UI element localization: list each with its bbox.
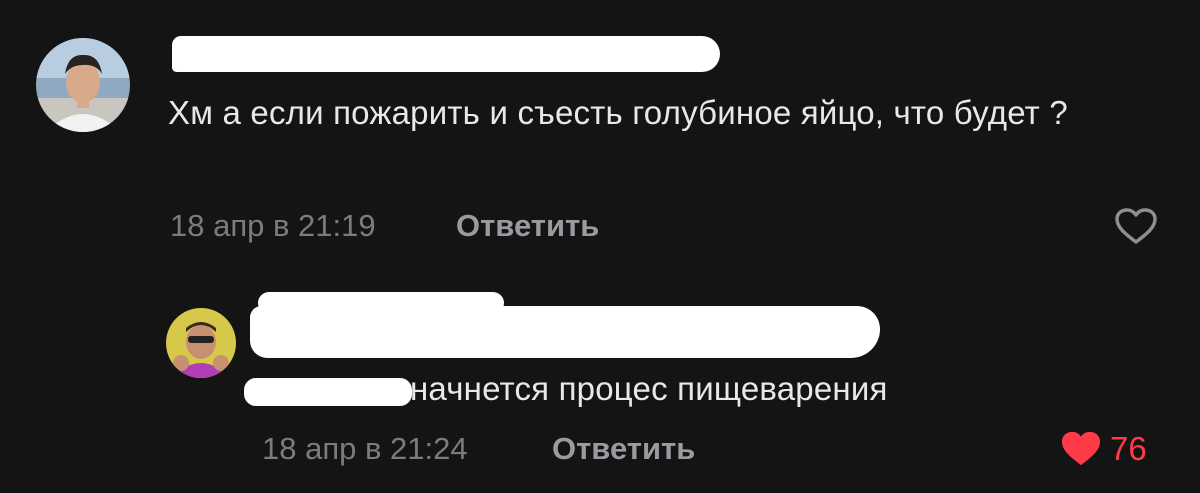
comments-thread: Хм а если пожарить и съесть голубиное яй… bbox=[0, 0, 1200, 493]
avatar[interactable] bbox=[36, 38, 130, 132]
like-count: 76 bbox=[1110, 430, 1147, 467]
reply-button[interactable]: Ответить bbox=[552, 431, 695, 467]
reply-button[interactable]: Ответить bbox=[456, 208, 599, 244]
user-photo bbox=[166, 308, 236, 378]
reply-timestamp: 18 апр в 21:24 bbox=[262, 431, 468, 466]
reply-avatar[interactable] bbox=[166, 308, 236, 378]
redacted-username bbox=[172, 36, 720, 72]
comment-timestamp: 18 апр в 21:19 bbox=[170, 208, 376, 243]
comment-text: Хм а если пожарить и съесть голубиное яй… bbox=[168, 94, 1068, 131]
like-button[interactable]: 76 bbox=[1060, 430, 1147, 468]
user-photo bbox=[36, 38, 130, 132]
redacted-username bbox=[250, 306, 880, 358]
redacted-mention bbox=[244, 378, 412, 406]
heart-filled-icon bbox=[1062, 431, 1100, 466]
reply-text: начнется процес пищеварения bbox=[410, 370, 888, 407]
heart-outline-icon[interactable] bbox=[1114, 207, 1158, 247]
